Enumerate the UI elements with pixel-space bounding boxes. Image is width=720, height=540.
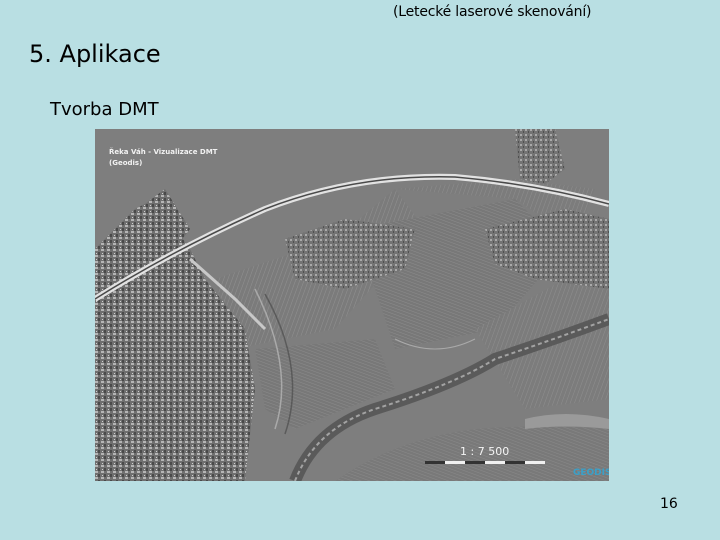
dmt-visualization-image: Řeka Váh - Vizualizace DMT (Geodis) 1 : … <box>95 129 609 481</box>
geodis-logo: GEODIS <box>573 468 609 478</box>
map-credit: (Geodis) <box>109 159 142 167</box>
page-number: 16 <box>660 496 678 512</box>
scale-label: 1 : 7 500 <box>460 445 509 458</box>
header-note: (Letecké laserové skenování) <box>393 4 592 20</box>
slide-subtitle: Tvorba DMT <box>50 99 159 120</box>
slide-title: 5. Aplikace <box>29 40 161 68</box>
map-title: Řeka Váh - Vizualizace DMT <box>109 147 218 156</box>
